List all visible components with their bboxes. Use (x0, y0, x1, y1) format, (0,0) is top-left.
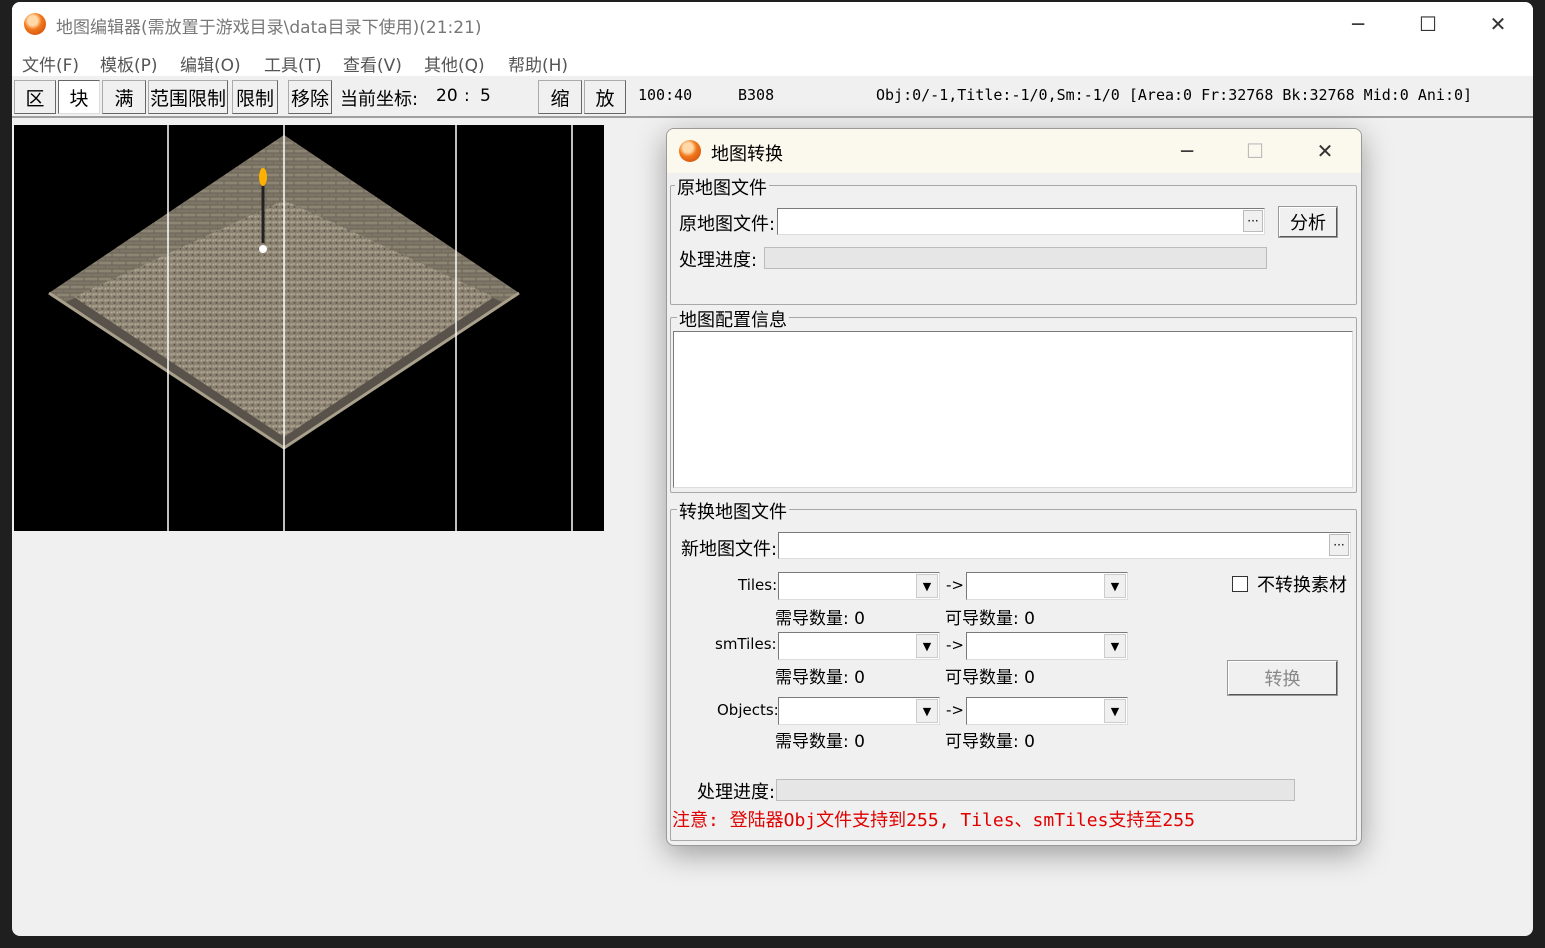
menu-template[interactable]: 模板(P) (100, 51, 158, 76)
config-group-label: 地图配置信息 (677, 306, 789, 332)
maximize-button[interactable]: ☐ (1393, 2, 1463, 46)
menu-other[interactable]: 其他(Q) (424, 51, 485, 76)
menu-tools[interactable]: 工具(T) (264, 51, 322, 76)
objects-need-count: 需导数量: 0 (775, 732, 865, 752)
full-button[interactable]: 满 (102, 80, 146, 114)
source-group-label: 原地图文件 (675, 174, 769, 200)
menu-edit[interactable]: 编辑(O) (180, 51, 241, 76)
window-title: 地图编辑器(需放置于游戏目录\data目录下使用)(21:21) (56, 18, 482, 38)
dialog-title: 地图转换 (711, 144, 783, 165)
smtiles-arrow: -> (946, 636, 964, 654)
new-file-label: 新地图文件: (681, 539, 778, 560)
tiles-arrow: -> (946, 576, 964, 594)
chevron-down-icon[interactable]: ▼ (916, 574, 938, 598)
menu-view[interactable]: 查看(V) (343, 51, 402, 76)
chevron-down-icon[interactable]: ▼ (1104, 574, 1126, 598)
progress-label-2: 处理进度: (697, 782, 776, 803)
objects-arrow: -> (946, 701, 964, 719)
tiles-label: Tiles: (738, 576, 778, 594)
status-text: Obj:0/-1,Title:-1/0,Sm:-1/0 [Area:0 Fr:3… (876, 86, 1473, 104)
dialog-app-icon (679, 140, 701, 162)
title-bar: 地图编辑器(需放置于游戏目录\data目录下使用)(21:21) ─ ☐ ✕ (12, 2, 1533, 46)
zoom-button[interactable]: 放 (584, 80, 626, 114)
zoom-value: 100:40 (638, 86, 693, 104)
analyze-button[interactable]: 分析 (1278, 206, 1338, 238)
tiles-from-select[interactable]: ▼ (778, 572, 940, 600)
dialog-close-button[interactable]: ✕ (1291, 129, 1359, 173)
source-progress-bar (764, 247, 1267, 269)
dialog-maximize-button[interactable]: ☐ (1221, 129, 1289, 173)
convert-group-label: 转换地图文件 (677, 498, 789, 524)
tile-code: B308 (738, 86, 775, 104)
new-file-browse-button[interactable]: ··· (1329, 534, 1349, 556)
menu-file[interactable]: 文件(F) (22, 51, 79, 76)
source-file-input[interactable]: ··· (777, 208, 1265, 235)
chevron-down-icon[interactable]: ▼ (916, 634, 938, 658)
new-file-input[interactable]: ··· (778, 532, 1351, 559)
objects-label: Objects: (717, 701, 779, 719)
app-icon (24, 13, 46, 35)
shrink-button[interactable]: 缩 (538, 80, 582, 114)
no-convert-checkbox[interactable] (1232, 576, 1248, 592)
range-limit-button[interactable]: 范围限制 (148, 80, 228, 114)
source-group (670, 185, 1357, 305)
objects-from-select[interactable]: ▼ (778, 697, 940, 725)
tiles-need-count: 需导数量: 0 (775, 609, 865, 629)
chevron-down-icon[interactable]: ▼ (1104, 634, 1126, 658)
chevron-down-icon[interactable]: ▼ (916, 699, 938, 723)
torch-flame-icon (259, 168, 267, 186)
menu-help[interactable]: 帮助(H) (508, 51, 568, 76)
coord-y: 5 (480, 86, 491, 106)
smtiles-from-select[interactable]: ▼ (778, 632, 940, 660)
smtiles-need-count: 需导数量: 0 (775, 668, 865, 688)
smtiles-can-count: 可导数量: 0 (945, 668, 1035, 688)
toolbar: 区 块 满 范围限制 限制 移除 当前坐标: 20 : 5 缩 放 100:40… (12, 76, 1533, 118)
source-browse-button[interactable]: ··· (1243, 210, 1263, 232)
coord-x: 20 (436, 86, 458, 106)
tiles-can-count: 可导数量: 0 (945, 609, 1035, 629)
coord-label: 当前坐标: (340, 89, 419, 110)
map-render (48, 125, 573, 531)
remove-button[interactable]: 移除 (288, 80, 332, 114)
map-canvas[interactable] (14, 125, 604, 531)
convert-progress-bar (776, 779, 1295, 801)
smtiles-label: smTiles: (715, 635, 777, 653)
limit-button[interactable]: 限制 (232, 80, 278, 114)
config-textarea[interactable] (673, 331, 1353, 488)
source-file-label: 原地图文件: (679, 214, 776, 235)
cursor-marker (259, 245, 267, 253)
dialog-title-bar: 地图转换 ─ ☐ ✕ (667, 129, 1361, 173)
main-window: 地图编辑器(需放置于游戏目录\data目录下使用)(21:21) ─ ☐ ✕ 文… (12, 2, 1533, 936)
no-convert-label: 不转换素材 (1257, 575, 1347, 596)
block-button[interactable]: 块 (58, 80, 100, 114)
map-convert-dialog: 地图转换 ─ ☐ ✕ 原地图文件 原地图文件: ··· 分析 处理进度: 地图配… (666, 128, 1362, 846)
smtiles-to-select[interactable]: ▼ (966, 632, 1128, 660)
objects-to-select[interactable]: ▼ (966, 697, 1128, 725)
objects-can-count: 可导数量: 0 (945, 732, 1035, 752)
progress-label: 处理进度: (679, 250, 758, 271)
chevron-down-icon[interactable]: ▼ (1104, 699, 1126, 723)
coord-separator: : (464, 86, 470, 106)
tiles-to-select[interactable]: ▼ (966, 572, 1128, 600)
note-text: 注意: 登陆器Obj文件支持到255, Tiles、smTiles支持至255 (672, 810, 1195, 831)
close-button[interactable]: ✕ (1463, 2, 1533, 46)
convert-button[interactable]: 转换 (1227, 660, 1338, 696)
menu-bar: 文件(F) 模板(P) 编辑(O) 工具(T) 查看(V) 其他(Q) 帮助(H… (12, 46, 1533, 76)
dialog-minimize-button[interactable]: ─ (1153, 129, 1221, 173)
zone-button[interactable]: 区 (14, 80, 56, 114)
minimize-button[interactable]: ─ (1323, 2, 1393, 46)
